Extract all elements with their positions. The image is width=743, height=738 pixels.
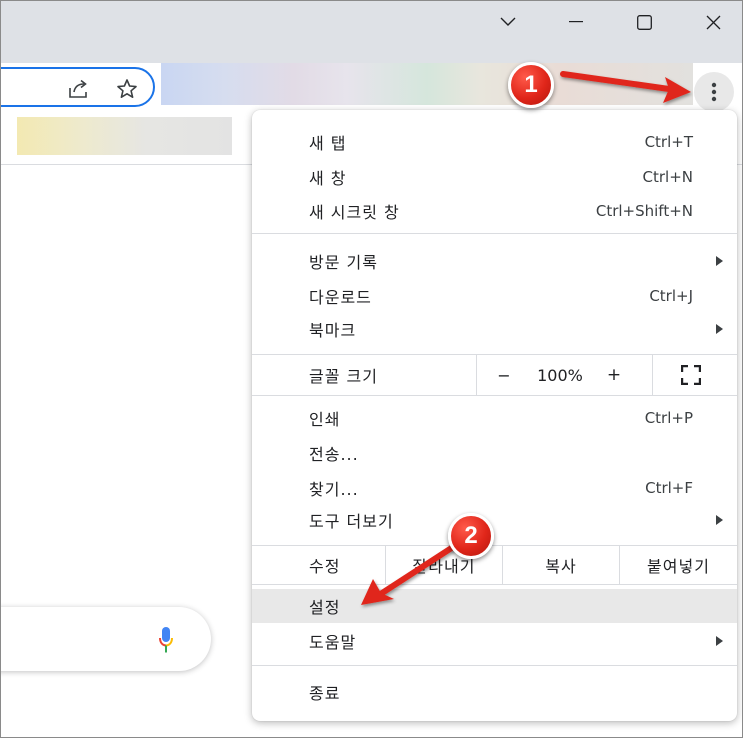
menu-item-bookmarks[interactable]: 북마크 (252, 312, 737, 346)
shortcut-text: Ctrl+N (642, 168, 693, 186)
fullscreen-button[interactable] (674, 355, 708, 395)
menu-item-label: 도구 더보기 (309, 512, 394, 531)
paste-button[interactable]: 붙여넣기 (620, 546, 737, 584)
menu-item-cast[interactable]: 전송... (252, 436, 737, 470)
menu-item-help[interactable]: 도움말 (252, 624, 737, 658)
menu-item-label: 방문 기록 (309, 253, 378, 272)
step-1-badge: 1 (508, 62, 554, 108)
zoom-row: 글꼴 크기 − 100% + (252, 355, 737, 395)
menu-item-label: 인쇄 (309, 410, 341, 429)
close-button[interactable] (690, 7, 736, 37)
address-bar[interactable] (1, 67, 155, 107)
menu-item-label: 종료 (309, 684, 341, 703)
menu-item-label: 다운로드 (309, 288, 372, 307)
more-vert-icon (711, 82, 717, 102)
menu-item-find[interactable]: 찾기... Ctrl+F (252, 471, 737, 505)
chrome-menu: 새 탭 Ctrl+T 새 창 Ctrl+N 새 시크릿 창 Ctrl+Shift… (252, 110, 737, 721)
menu-item-new-tab[interactable]: 새 탭 Ctrl+T (252, 125, 737, 159)
menu-item-print[interactable]: 인쇄 Ctrl+P (252, 401, 737, 435)
submenu-arrow-icon (716, 515, 723, 525)
edit-row: 수정 잘라내기 복사 붙여넣기 (252, 546, 737, 584)
menu-item-downloads[interactable]: 다운로드 Ctrl+J (252, 279, 737, 313)
menu-item-label: 찾기... (309, 480, 359, 499)
microphone-icon[interactable] (159, 627, 173, 653)
copy-button[interactable]: 복사 (503, 546, 619, 584)
edit-label: 수정 (309, 557, 341, 576)
zoom-out-button[interactable]: − (484, 355, 524, 395)
menu-divider (252, 584, 737, 585)
minimize-button[interactable] (553, 7, 599, 37)
menu-divider (252, 395, 737, 396)
title-bar (1, 1, 742, 63)
menu-divider (252, 665, 737, 666)
step-2-badge: 2 (448, 513, 494, 559)
menu-item-history[interactable]: 방문 기록 (252, 244, 737, 278)
menu-item-label: 새 시크릿 창 (309, 203, 400, 222)
menu-item-label: 북마크 (309, 321, 357, 340)
toolbar (1, 63, 742, 112)
menu-button[interactable] (694, 72, 734, 112)
share-icon[interactable] (68, 78, 90, 100)
close-icon (706, 15, 720, 29)
bookmark-star-icon[interactable] (116, 78, 138, 100)
fullscreen-icon (681, 365, 701, 385)
shortcut-text: Ctrl+F (645, 479, 693, 497)
shortcut-text: Ctrl+Shift+N (595, 202, 693, 220)
menu-item-label: 새 창 (309, 169, 347, 188)
menu-item-exit[interactable]: 종료 (252, 675, 737, 709)
menu-item-label: 도움말 (309, 633, 357, 652)
zoom-label: 글꼴 크기 (309, 367, 378, 386)
menu-item-new-window[interactable]: 새 창 Ctrl+N (252, 160, 737, 194)
zoom-level: 100% (537, 365, 583, 385)
menu-item-label: 설정 (309, 598, 341, 617)
submenu-arrow-icon (716, 636, 723, 646)
google-search-box[interactable] (1, 607, 211, 671)
submenu-arrow-icon (716, 324, 723, 334)
menu-item-more-tools[interactable]: 도구 더보기 (252, 503, 737, 537)
zoom-divider (476, 355, 477, 395)
menu-item-new-incognito[interactable]: 새 시크릿 창 Ctrl+Shift+N (252, 194, 737, 228)
zoom-in-button[interactable]: + (594, 355, 634, 395)
extensions-area (161, 63, 693, 105)
menu-item-label: 새 탭 (309, 134, 347, 153)
maximize-icon (636, 14, 652, 30)
shortcut-text: Ctrl+J (649, 287, 693, 305)
shortcut-text: Ctrl+T (644, 133, 693, 151)
tab-search-button[interactable] (485, 7, 531, 37)
zoom-divider (652, 355, 653, 395)
menu-item-label: 전송... (309, 445, 359, 464)
browser-window: 새 탭 Ctrl+T 새 창 Ctrl+N 새 시크릿 창 Ctrl+Shift… (0, 0, 743, 738)
menu-item-settings[interactable]: 설정 (252, 589, 737, 623)
chevron-down-icon (500, 17, 516, 26)
shortcut-text: Ctrl+P (644, 409, 693, 427)
maximize-button[interactable] (621, 7, 667, 37)
menu-divider (252, 233, 737, 234)
bookmarks-bar (17, 117, 232, 155)
minimize-icon (569, 21, 583, 23)
submenu-arrow-icon (716, 256, 723, 266)
